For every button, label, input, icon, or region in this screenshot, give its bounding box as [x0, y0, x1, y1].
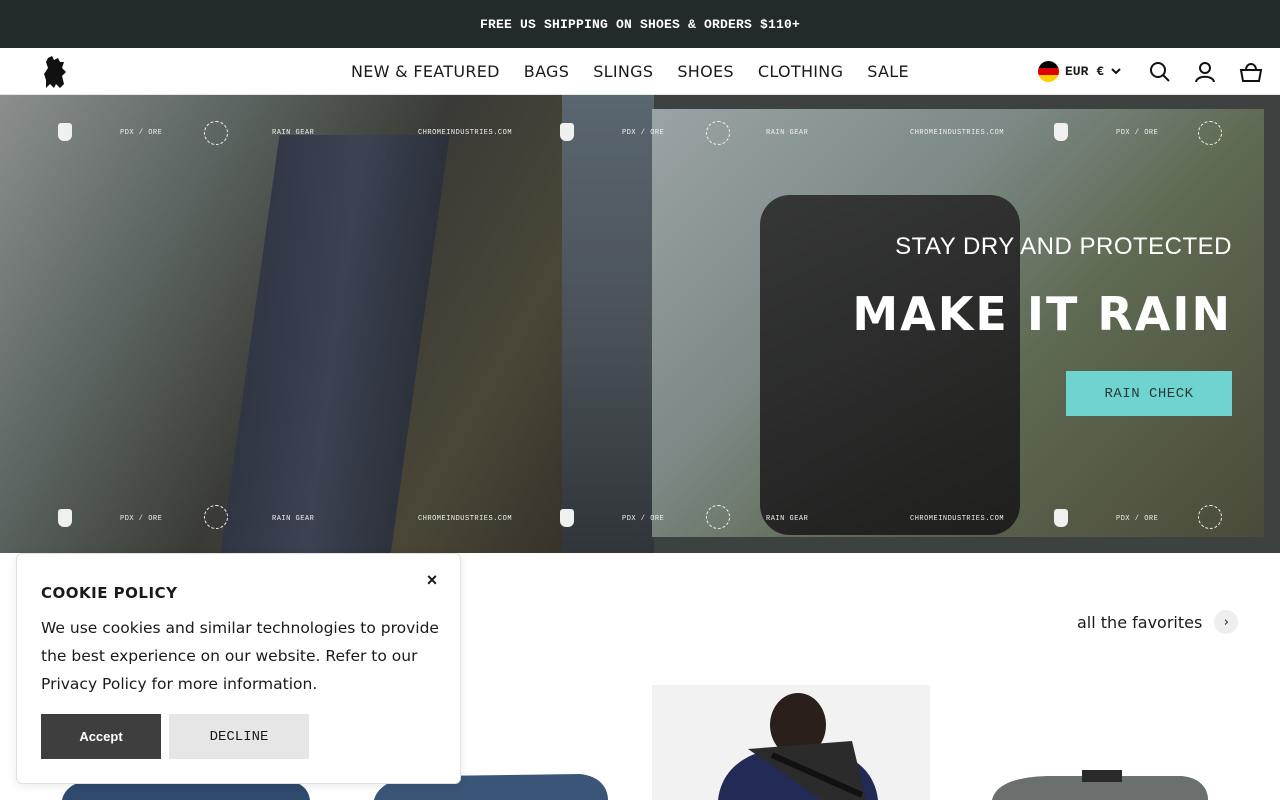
- product-card[interactable]: [652, 685, 930, 800]
- band-ring-icon: [706, 121, 730, 145]
- currency-label: EUR €: [1065, 63, 1105, 79]
- band-text: CHROMEINDUSTRIES.COM: [910, 129, 1005, 137]
- currency-selector[interactable]: EUR €: [1038, 60, 1122, 82]
- site-header: NEW & FEATURED BAGS SLINGS SHOES CLOTHIN…: [0, 48, 1280, 95]
- band-text: RAIN GEAR: [272, 515, 315, 523]
- band-text: PDX / ORE: [120, 129, 163, 137]
- band-ring-icon: [1198, 121, 1222, 145]
- all-favorites-link[interactable]: all the favorites ›: [1077, 610, 1239, 634]
- band-logo-icon: [1054, 123, 1068, 141]
- band-ring-icon: [1198, 505, 1222, 529]
- hero-banner[interactable]: PDX / ORE RAIN GEAR CHROMEINDUSTRIES.COM…: [0, 95, 1280, 553]
- chevron-right-icon: ›: [1214, 610, 1239, 634]
- search-icon[interactable]: [1148, 60, 1172, 84]
- band-text: PDX / ORE: [120, 515, 163, 523]
- band-text: RAIN GEAR: [766, 515, 809, 523]
- band-ring-icon: [706, 505, 730, 529]
- main-nav: NEW & FEATURED BAGS SLINGS SHOES CLOTHIN…: [351, 48, 909, 95]
- cart-icon[interactable]: [1239, 60, 1263, 84]
- nav-shoes[interactable]: SHOES: [677, 62, 734, 81]
- hero-title: MAKE IT RAIN: [852, 287, 1232, 341]
- hero-image-middle: [562, 95, 654, 553]
- nav-slings[interactable]: SLINGS: [593, 62, 653, 81]
- all-favorites-label: all the favorites: [1077, 612, 1203, 632]
- announcement-bar: FREE US SHIPPING ON SHOES & ORDERS $110+: [0, 0, 1280, 48]
- close-icon[interactable]: ×: [422, 570, 442, 590]
- band-text: CHROMEINDUSTRIES.COM: [418, 129, 513, 137]
- band-text: CHROMEINDUSTRIES.COM: [910, 515, 1005, 523]
- accept-button[interactable]: Accept: [41, 714, 161, 759]
- band-logo-icon: [58, 509, 72, 527]
- nav-clothing[interactable]: CLOTHING: [758, 62, 843, 81]
- announcement-text: FREE US SHIPPING ON SHOES & ORDERS $110+: [479, 16, 801, 32]
- band-logo-icon: [560, 509, 574, 527]
- band-text: PDX / ORE: [622, 129, 665, 137]
- band-text: PDX / ORE: [622, 515, 665, 523]
- band-logo-icon: [1054, 509, 1068, 527]
- germany-flag-icon: [1038, 60, 1059, 82]
- hero-subtitle: STAY DRY AND PROTECTED: [895, 233, 1232, 260]
- account-icon[interactable]: [1193, 60, 1217, 84]
- cookie-policy-dialog: COOKIE POLICY × We use cookies and simil…: [16, 553, 461, 784]
- band-text: RAIN GEAR: [272, 129, 315, 137]
- nav-sale[interactable]: SALE: [867, 62, 909, 81]
- band-text: PDX / ORE: [1116, 515, 1159, 523]
- band-logo-icon: [560, 123, 574, 141]
- chevron-down-icon: [1111, 68, 1121, 75]
- band-text: CHROMEINDUSTRIES.COM: [418, 515, 513, 523]
- band-ring-icon: [204, 505, 228, 529]
- product-card[interactable]: [952, 770, 1232, 800]
- cookie-body: We use cookies and similar technologies …: [41, 619, 439, 693]
- rain-check-button[interactable]: RAIN CHECK: [1066, 371, 1232, 416]
- cookie-title: COOKIE POLICY: [41, 584, 178, 602]
- band-logo-icon: [58, 123, 72, 141]
- nav-bags[interactable]: BAGS: [524, 62, 569, 81]
- chrome-griffin-logo-icon[interactable]: [40, 54, 70, 90]
- band-ring-icon: [204, 121, 228, 145]
- band-text: RAIN GEAR: [766, 129, 809, 137]
- nav-new-featured[interactable]: NEW & FEATURED: [351, 62, 500, 81]
- decline-button[interactable]: DECLINE: [169, 714, 309, 759]
- band-text: PDX / ORE: [1116, 129, 1159, 137]
